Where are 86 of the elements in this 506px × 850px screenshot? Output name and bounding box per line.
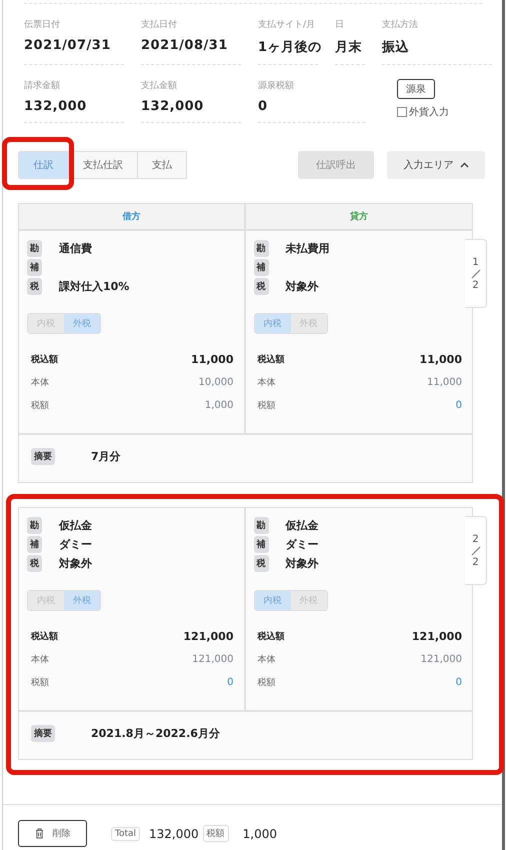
amount-label: 税込額 bbox=[258, 353, 284, 366]
total-tag: Total bbox=[111, 826, 140, 840]
field-tag: 補 bbox=[27, 536, 42, 553]
amount-label: 本体 bbox=[258, 376, 276, 389]
page-indicator: 1 2 bbox=[465, 239, 487, 308]
amount-label: 税額 bbox=[31, 676, 49, 689]
field-value: 132,000 bbox=[24, 99, 88, 114]
chevron-up-icon bbox=[460, 162, 468, 168]
field-tag: 税 bbox=[254, 555, 268, 572]
tax-mode-option[interactable]: 内税 bbox=[254, 314, 290, 333]
column-header: 貸方 bbox=[348, 210, 369, 224]
field-value: 対象外 bbox=[286, 279, 318, 294]
field-label: 日 bbox=[335, 19, 345, 31]
amount-value: 11,000 bbox=[427, 377, 462, 388]
page-indicator: 2 2 bbox=[465, 516, 487, 585]
amount-value: 0 bbox=[456, 400, 462, 411]
withholding-button[interactable]: 源泉 bbox=[397, 79, 435, 99]
amount-value: 0 bbox=[456, 677, 462, 688]
field-value: 0 bbox=[258, 99, 269, 114]
field-tag: 税 bbox=[254, 278, 268, 295]
amount-label: 本体 bbox=[31, 654, 49, 666]
field-tag: 税 bbox=[27, 555, 42, 572]
tab[interactable]: 仕訳 bbox=[18, 151, 69, 179]
field-value: 対象外 bbox=[59, 556, 92, 571]
field-value: 仮払金 bbox=[59, 518, 92, 533]
tax-mode-option[interactable]: 内税 bbox=[254, 591, 290, 610]
amount-value: 0 bbox=[227, 677, 234, 688]
amount-label: 税額 bbox=[258, 676, 276, 689]
field-tag: 摘要 bbox=[31, 725, 55, 742]
field-value: 132,000 bbox=[141, 99, 205, 114]
field-value: ダミー bbox=[286, 537, 318, 552]
field-label: 請求金額 bbox=[24, 80, 61, 92]
amount-label: 税込額 bbox=[31, 353, 58, 366]
tax-tag: 税額 bbox=[202, 825, 229, 842]
field-label: 源泉税額 bbox=[258, 80, 295, 92]
field-tag: 補 bbox=[27, 259, 42, 276]
amount-value: 121,000 bbox=[192, 654, 234, 665]
field-label: 伝票日付 bbox=[24, 18, 61, 31]
trash-icon bbox=[34, 828, 44, 839]
field-tag: 摘要 bbox=[31, 448, 55, 465]
field-value: 振込 bbox=[382, 38, 410, 56]
amount-label: 本体 bbox=[258, 654, 276, 666]
delete-button[interactable]: 削除 bbox=[18, 820, 87, 847]
field-tag: 勘 bbox=[27, 517, 42, 534]
field-label: 支払日付 bbox=[141, 18, 178, 31]
field-value: 未払費用 bbox=[286, 241, 330, 256]
column-header: 借方 bbox=[19, 204, 246, 229]
amount-value: 1,000 bbox=[204, 400, 234, 411]
amount-value: 11,000 bbox=[420, 353, 462, 366]
field-label: 支払方法 bbox=[382, 18, 419, 31]
field-value: 2021/07/31 bbox=[24, 38, 112, 53]
amount-label: 税込額 bbox=[258, 630, 284, 643]
field-tag: 補 bbox=[254, 536, 268, 553]
amount-value: 121,000 bbox=[420, 654, 462, 665]
field-value: 課対仕入10% bbox=[59, 279, 130, 294]
field-tag: 税 bbox=[27, 278, 42, 295]
tax-mode-option[interactable]: 外税 bbox=[64, 314, 100, 333]
field-label: 支払金額 bbox=[141, 80, 178, 92]
field-value: 月末 bbox=[335, 39, 363, 56]
summary-text: 2021.8月～2022.6月分 bbox=[91, 726, 220, 741]
amount-label: 本体 bbox=[31, 376, 49, 389]
summary-text: 7月分 bbox=[91, 449, 121, 464]
field-tag: 補 bbox=[254, 259, 268, 276]
checkbox[interactable] bbox=[397, 107, 407, 117]
field-tag: 勘 bbox=[254, 240, 268, 257]
field-tag: 勘 bbox=[27, 240, 42, 257]
field-value: 仮払金 bbox=[286, 518, 318, 533]
field-value: ダミー bbox=[59, 537, 92, 552]
amount-label: 税額 bbox=[31, 400, 49, 412]
field-value: 対象外 bbox=[286, 556, 318, 571]
field-label: 支払サイト/月 bbox=[258, 18, 316, 31]
amount-value: 10,000 bbox=[198, 377, 234, 388]
amount-label: 税額 bbox=[258, 400, 276, 412]
amount-label: 税込額 bbox=[31, 630, 58, 643]
checkbox-label: 外貨入力 bbox=[409, 106, 449, 119]
tax-mode-option[interactable]: 外税 bbox=[64, 591, 100, 610]
tax-value: 1,000 bbox=[242, 826, 278, 840]
tab[interactable]: 支払 bbox=[137, 151, 187, 179]
input-area-button[interactable]: 入力エリア bbox=[387, 151, 485, 179]
amount-value: 11,000 bbox=[191, 353, 234, 366]
field-tag: 勘 bbox=[254, 517, 268, 534]
total-value: 132,000 bbox=[149, 826, 199, 840]
amount-value: 121,000 bbox=[412, 630, 462, 643]
amount-value: 121,000 bbox=[183, 630, 234, 643]
field-value: 通信費 bbox=[59, 241, 92, 256]
field-value: 2021/08/31 bbox=[141, 38, 229, 53]
